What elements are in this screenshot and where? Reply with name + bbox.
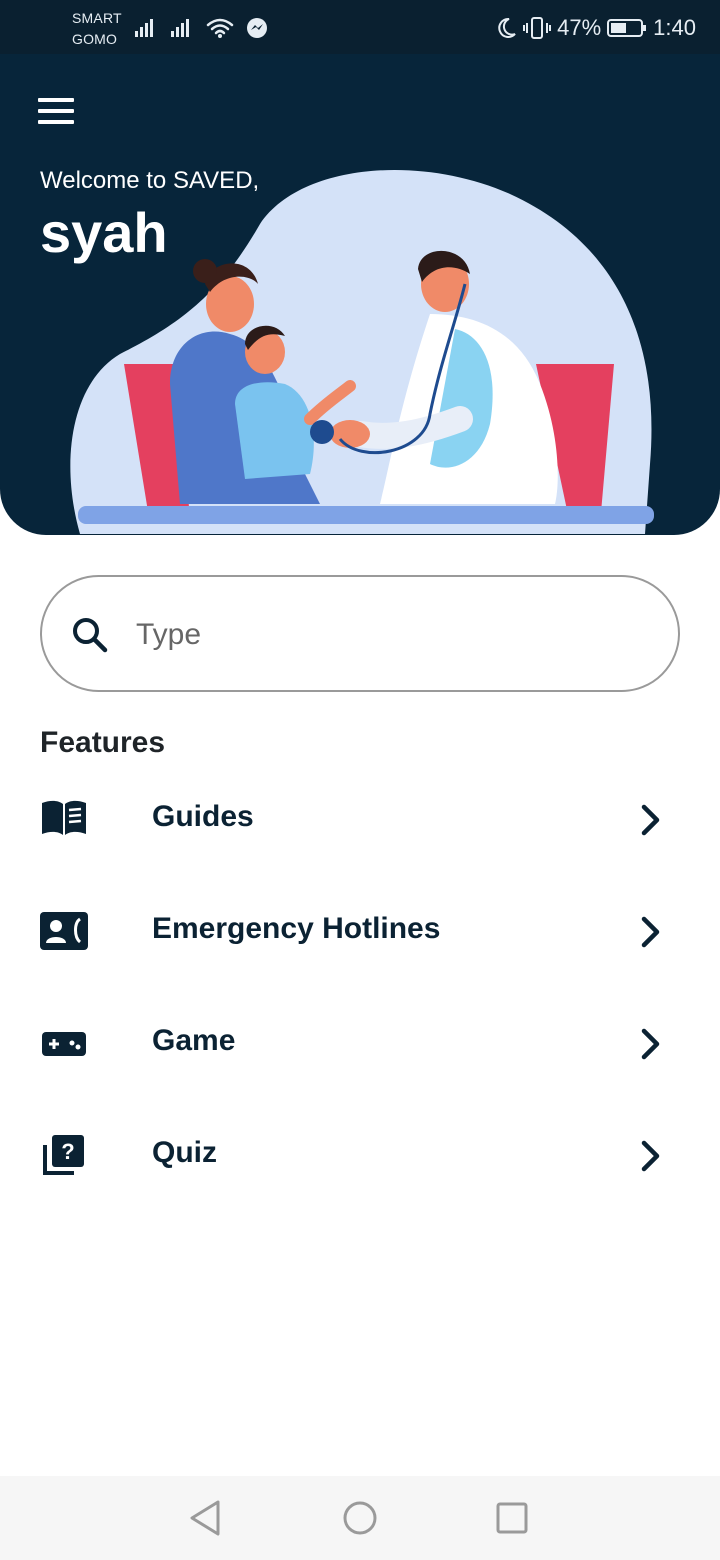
clock: 1:40 (653, 15, 696, 40)
contact-phone-icon (40, 912, 88, 950)
system-nav-bar (0, 1476, 720, 1560)
feature-game[interactable]: Game (0, 993, 720, 1093)
carrier-line-1: SMART (72, 10, 122, 26)
username: syah (40, 201, 168, 264)
chevron-right-icon (641, 916, 660, 948)
chevron-right-icon (641, 804, 660, 836)
carrier-label: SMART GOMO (72, 8, 122, 50)
messenger-icon (247, 18, 267, 38)
feature-quiz[interactable]: ? Quiz (0, 1105, 720, 1205)
vibrate-icon (523, 17, 552, 39)
svg-text:?: ? (61, 1139, 74, 1164)
status-icons-right: 47% 1:40 (495, 12, 696, 44)
status-bar: SMART GOMO 47% 1:40 (0, 0, 720, 54)
search-bar[interactable] (40, 575, 680, 692)
chevron-right-icon (641, 1140, 660, 1172)
book-icon (42, 800, 86, 835)
moon-icon (498, 17, 516, 38)
feature-label: Emergency Hotlines (152, 912, 441, 945)
signal-icon (135, 19, 153, 37)
signal-icon (171, 19, 189, 37)
feature-label: Quiz (152, 1136, 217, 1169)
feature-label: Guides (152, 800, 254, 833)
hamburger-menu-icon[interactable] (38, 98, 74, 124)
feature-label: Game (152, 1024, 236, 1057)
battery-icon (607, 19, 647, 37)
status-icons-left (134, 14, 268, 42)
search-input[interactable] (136, 607, 636, 663)
quiz-icon: ? (43, 1135, 84, 1175)
back-icon[interactable] (186, 1498, 226, 1538)
features-heading: Features (40, 726, 166, 759)
wifi-icon (206, 18, 234, 38)
gamepad-icon (42, 1032, 86, 1056)
feature-emergency-hotlines[interactable]: Emergency Hotlines (0, 881, 720, 981)
carrier-line-2: GOMO (72, 31, 118, 47)
header: Welcome to SAVED, syah (0, 54, 720, 535)
chevron-right-icon (641, 1028, 660, 1060)
search-icon (73, 618, 108, 653)
welcome-text: Welcome to SAVED, (40, 167, 260, 194)
feature-guides[interactable]: Guides (0, 769, 720, 869)
battery-percent: 47% (557, 15, 602, 40)
recents-icon[interactable] (492, 1498, 532, 1538)
home-icon[interactable] (340, 1498, 380, 1538)
